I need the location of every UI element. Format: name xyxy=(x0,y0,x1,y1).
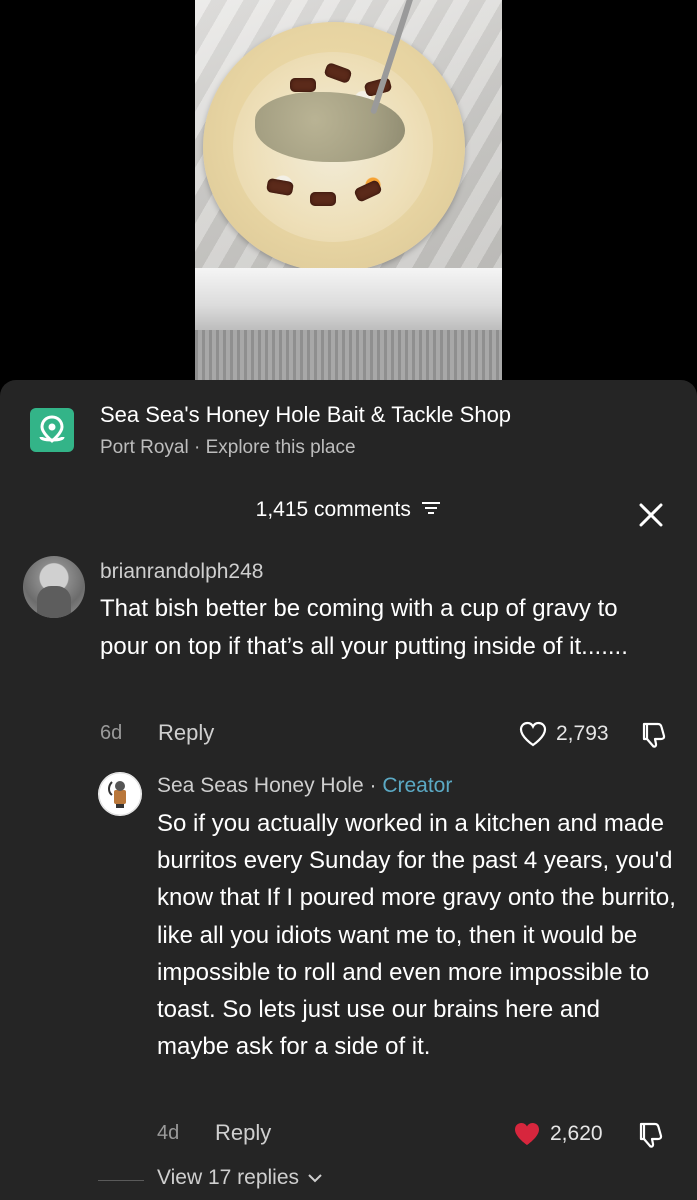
comments-header: 1,415 comments xyxy=(0,498,697,534)
comments-sheet: Sea Sea's Honey Hole Bait & Tackle Shop … xyxy=(0,380,697,1200)
like-heart-icon[interactable] xyxy=(518,720,548,753)
liked-heart-icon[interactable] xyxy=(511,1120,543,1153)
separator: · xyxy=(369,774,377,797)
like-count: 2,793 xyxy=(556,722,609,745)
dislike-icon[interactable] xyxy=(635,1120,665,1155)
bacon-piece xyxy=(290,78,316,92)
reply-time: 4d xyxy=(157,1122,180,1144)
place-subtitle[interactable]: Port Royal · Explore this place xyxy=(100,437,356,459)
reply-text: So if you actually worked in a kitchen a… xyxy=(157,810,676,1061)
comment-time: 6d xyxy=(100,722,123,744)
comment-meta: 6d Reply 2,793 xyxy=(100,720,670,755)
reply-username-line: Sea Seas Honey Hole · Creator xyxy=(157,774,452,798)
sort-filter-icon[interactable] xyxy=(421,499,441,522)
creator-avatar[interactable] xyxy=(98,772,142,816)
reply-username[interactable]: Sea Seas Honey Hole xyxy=(157,774,364,797)
video-frame xyxy=(195,0,502,380)
reply-like-count: 2,620 xyxy=(550,1122,603,1145)
place-title: Sea Sea's Honey Hole Bait & Tackle Shop xyxy=(100,402,512,427)
place-link[interactable]: Sea Sea's Honey Hole Bait & Tackle Shop … xyxy=(30,402,670,462)
reply-meta: 4d Reply 2,620 xyxy=(157,1120,672,1155)
avatar-figure xyxy=(37,586,71,618)
view-replies-text: View 17 replies xyxy=(157,1166,300,1189)
dislike-icon[interactable] xyxy=(638,720,668,755)
view-replies-label: View 17 replies xyxy=(157,1166,323,1190)
comment-text: That bish better be coming with a cup of… xyxy=(100,595,628,660)
bacon-piece xyxy=(310,192,336,206)
steel-counter xyxy=(195,330,502,380)
pan-edge xyxy=(195,268,502,330)
reply-button[interactable]: Reply xyxy=(215,1120,271,1146)
chevron-down-icon xyxy=(308,1174,322,1183)
video-player[interactable] xyxy=(0,0,697,380)
divider xyxy=(98,1180,144,1181)
reply-button[interactable]: Reply xyxy=(158,720,214,746)
location-pin-icon xyxy=(30,408,74,452)
close-icon[interactable] xyxy=(636,500,666,530)
comment-username[interactable]: brianrandolph248 xyxy=(100,560,263,584)
avatar[interactable] xyxy=(23,556,85,618)
creator-badge: Creator xyxy=(382,774,453,797)
comments-count: 1,415 comments xyxy=(255,498,411,521)
